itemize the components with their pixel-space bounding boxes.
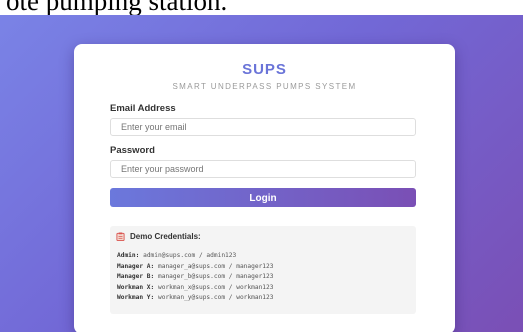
demo-credentials-heading: Demo Credentials:: [116, 232, 201, 241]
credential-row: Manager A: manager_a@sups.com / manager1…: [117, 262, 273, 273]
demo-credentials-title: Demo Credentials:: [130, 232, 201, 241]
email-input[interactable]: [110, 118, 416, 136]
credential-role: Workman X:: [117, 283, 155, 291]
credential-role: Manager A:: [117, 262, 155, 270]
credentials-list: Admin: admin@sups.com / admin123 Manager…: [117, 251, 273, 304]
credential-role: Manager B:: [117, 273, 155, 280]
credential-role: Workman Y:: [117, 294, 155, 301]
credential-login: manager_b@sups.com / manager123: [158, 273, 274, 280]
credential-login: workman_y@sups.com / workman123: [158, 294, 274, 301]
login-button[interactable]: Login: [110, 188, 416, 207]
page-background: SUPS SMART UNDERPASS PUMPS SYSTEM Email …: [0, 15, 523, 332]
credential-row: Workman X: workman_x@sups.com / workman1…: [117, 283, 273, 294]
demo-credentials-panel: Demo Credentials: Admin: admin@sups.com …: [110, 226, 416, 314]
credential-login: workman_x@sups.com / workman123: [158, 283, 274, 291]
email-label: Email Address: [110, 103, 176, 114]
clipboard-icon: [116, 232, 125, 241]
app-logo-text: SUPS: [242, 61, 287, 78]
credential-row: Manager B: manager_b@sups.com / manager1…: [117, 272, 273, 283]
credential-row: Workman Y: workman_y@sups.com / workman1…: [117, 293, 273, 304]
password-input[interactable]: [110, 160, 416, 178]
credential-login: admin@sups.com / admin123: [143, 252, 237, 259]
app-tagline: SMART UNDERPASS PUMPS SYSTEM: [172, 82, 357, 91]
credential-role: Admin:: [117, 252, 140, 259]
credential-row: Admin: admin@sups.com / admin123: [117, 251, 273, 262]
login-card: SUPS SMART UNDERPASS PUMPS SYSTEM Email …: [74, 44, 455, 332]
password-label: Password: [110, 145, 155, 156]
credential-login: manager_a@sups.com / manager123: [158, 262, 274, 270]
